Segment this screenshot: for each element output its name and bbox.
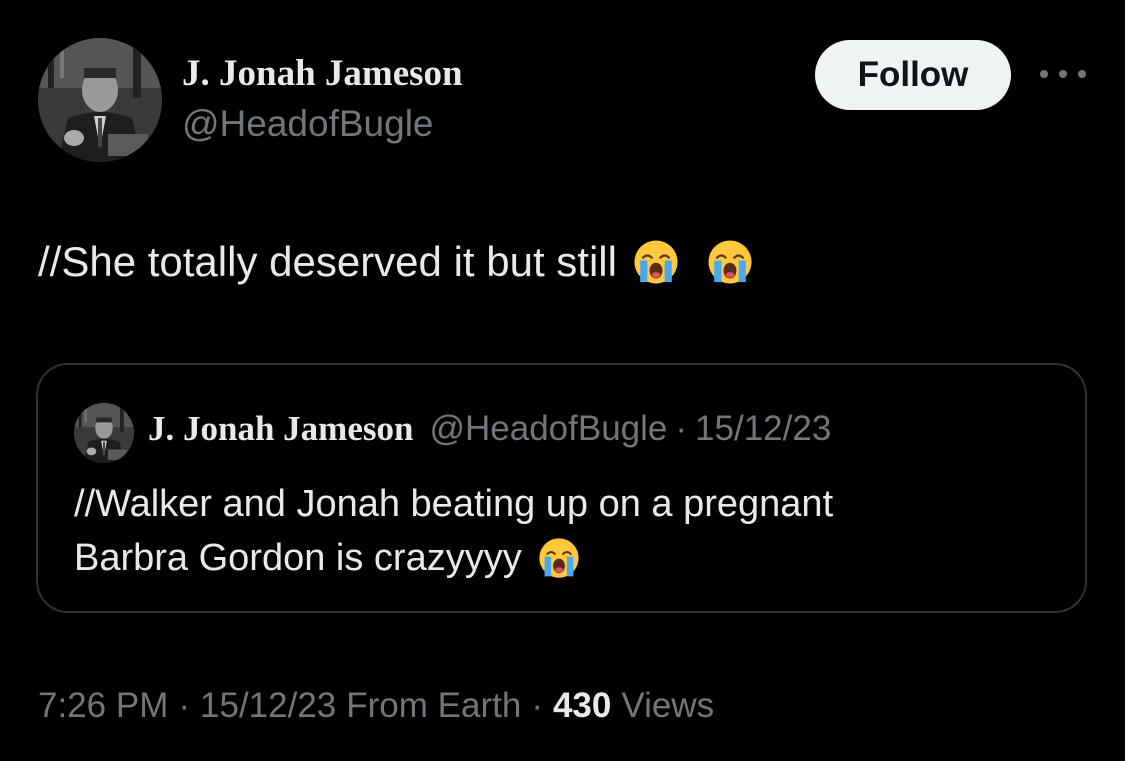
quoted-author-avatar[interactable] (74, 403, 134, 463)
loudly-crying-face-icon (707, 239, 753, 285)
quoted-tweet[interactable]: J. Jonah Jameson @HeadofBugle · 15/12/23… (36, 363, 1087, 613)
tweet-text-content: //She totally deserved it but still (38, 238, 617, 285)
tweet-text: //She totally deserved it but still (38, 238, 753, 286)
tweet-date[interactable]: 15/12/23 (200, 686, 336, 726)
loudly-crying-face-icon (538, 537, 580, 579)
author-name[interactable]: J. Jonah Jameson (182, 52, 463, 95)
tweet-card: J. Jonah Jameson @HeadofBugle Follow //S… (0, 0, 1125, 761)
separator: · (178, 686, 191, 725)
tweet-location: From Earth (346, 686, 522, 725)
tweet-meta: 7:26 PM · 15/12/23 From Earth · 430 View… (38, 686, 714, 726)
loudly-crying-face-icon (633, 239, 679, 285)
tweet-time[interactable]: 7:26 PM (38, 686, 168, 726)
dot (1078, 70, 1086, 78)
more-horizontal-icon[interactable] (1040, 62, 1086, 86)
quoted-tweet-date[interactable]: 15/12/23 (695, 409, 831, 449)
dot (1040, 70, 1048, 78)
quoted-tweet-line-1: //Walker and Jonah beating up on a pregn… (74, 483, 834, 525)
dot (1059, 70, 1067, 78)
quoted-tweet-header: J. Jonah Jameson @HeadofBugle · 15/12/23 (148, 409, 831, 449)
follow-button[interactable]: Follow (815, 40, 1011, 110)
views-count[interactable]: 430 (553, 686, 611, 726)
views-label[interactable]: Views (621, 686, 714, 726)
quoted-author-handle[interactable]: @HeadofBugle (429, 409, 667, 449)
separator: · (531, 686, 543, 725)
quoted-tweet-text: //Walker and Jonah beating up on a pregn… (74, 477, 1054, 585)
author-handle[interactable]: @HeadofBugle (182, 103, 434, 145)
separator: · (675, 409, 688, 448)
quoted-author-name[interactable]: J. Jonah Jameson (148, 409, 413, 449)
quoted-tweet-line-2: Barbra Gordon is crazyyyy (74, 537, 522, 579)
author-avatar[interactable] (38, 38, 162, 162)
